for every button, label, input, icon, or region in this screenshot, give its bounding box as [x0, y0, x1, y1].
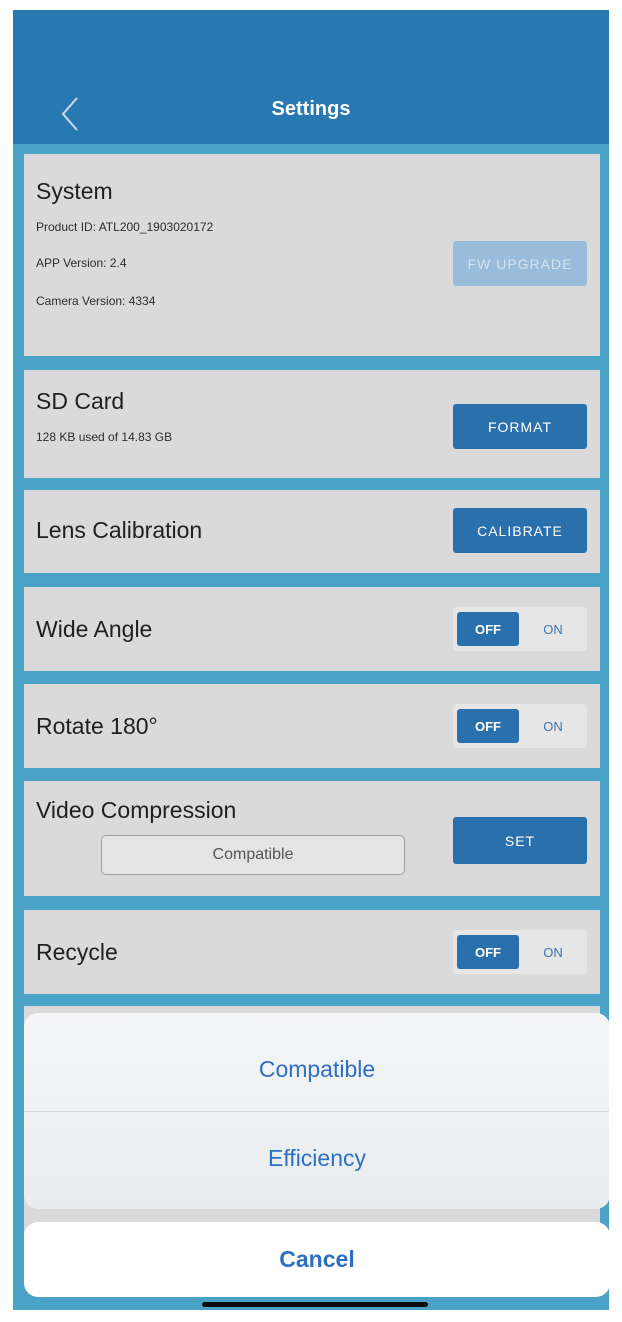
wide-angle-on[interactable]: ON: [523, 612, 583, 646]
home-indicator[interactable]: [202, 1302, 428, 1307]
wide-angle-card: Wide Angle OFF ON: [24, 587, 600, 671]
fw-upgrade-button[interactable]: FW UPGRADE: [453, 241, 587, 286]
system-title: System: [36, 178, 113, 204]
recycle-toggle[interactable]: OFF ON: [453, 930, 587, 974]
page-title: Settings: [271, 98, 351, 120]
rotate-card: Rotate 180° OFF ON: [24, 684, 600, 768]
recycle-title: Recycle: [36, 939, 118, 965]
app-version: APP Version: 2.4: [36, 256, 127, 270]
recycle-on[interactable]: ON: [523, 935, 583, 969]
camera-version: Camera Version: 4334: [36, 294, 156, 308]
wide-angle-toggle[interactable]: OFF ON: [453, 607, 587, 651]
cancel-button[interactable]: Cancel: [24, 1222, 609, 1297]
option-efficiency[interactable]: Efficiency: [24, 1128, 609, 1188]
wide-angle-title: Wide Angle: [36, 616, 153, 642]
lens-calibration-title: Lens Calibration: [36, 517, 203, 543]
system-card: System Product ID: ATL200_1903020172 APP…: [24, 154, 600, 356]
sd-card-title: SD Card: [36, 388, 125, 414]
video-compression-card: Video Compression Compatible SET: [24, 781, 600, 896]
set-button[interactable]: SET: [453, 817, 587, 864]
nav-bar: Settings: [13, 10, 609, 144]
settings-screen: Settings System Product ID: ATL200_19030…: [13, 10, 609, 1310]
recycle-card: Recycle OFF ON: [24, 910, 600, 994]
recycle-off[interactable]: OFF: [457, 935, 519, 969]
rotate-on[interactable]: ON: [523, 709, 583, 743]
sd-card-usage: 128 KB used of 14.83 GB: [36, 430, 173, 444]
calibrate-button[interactable]: CALIBRATE: [453, 508, 587, 553]
sd-card-card: SD Card 128 KB used of 14.83 GB FORMAT: [24, 370, 600, 478]
rotate-toggle[interactable]: OFF ON: [453, 704, 587, 748]
lens-calibration-card: Lens Calibration CALIBRATE: [24, 490, 600, 573]
option-compatible[interactable]: Compatible: [24, 1039, 609, 1099]
sheet-divider: [24, 1111, 609, 1112]
video-compression-select[interactable]: Compatible: [101, 835, 405, 875]
product-id: Product ID: ATL200_1903020172: [36, 220, 214, 234]
action-sheet: Compatible Efficiency: [24, 1013, 609, 1209]
wide-angle-off[interactable]: OFF: [457, 612, 519, 646]
rotate-off[interactable]: OFF: [457, 709, 519, 743]
rotate-title: Rotate 180°: [36, 713, 158, 739]
video-compression-title: Video Compression: [36, 797, 237, 823]
format-button[interactable]: FORMAT: [453, 404, 587, 449]
